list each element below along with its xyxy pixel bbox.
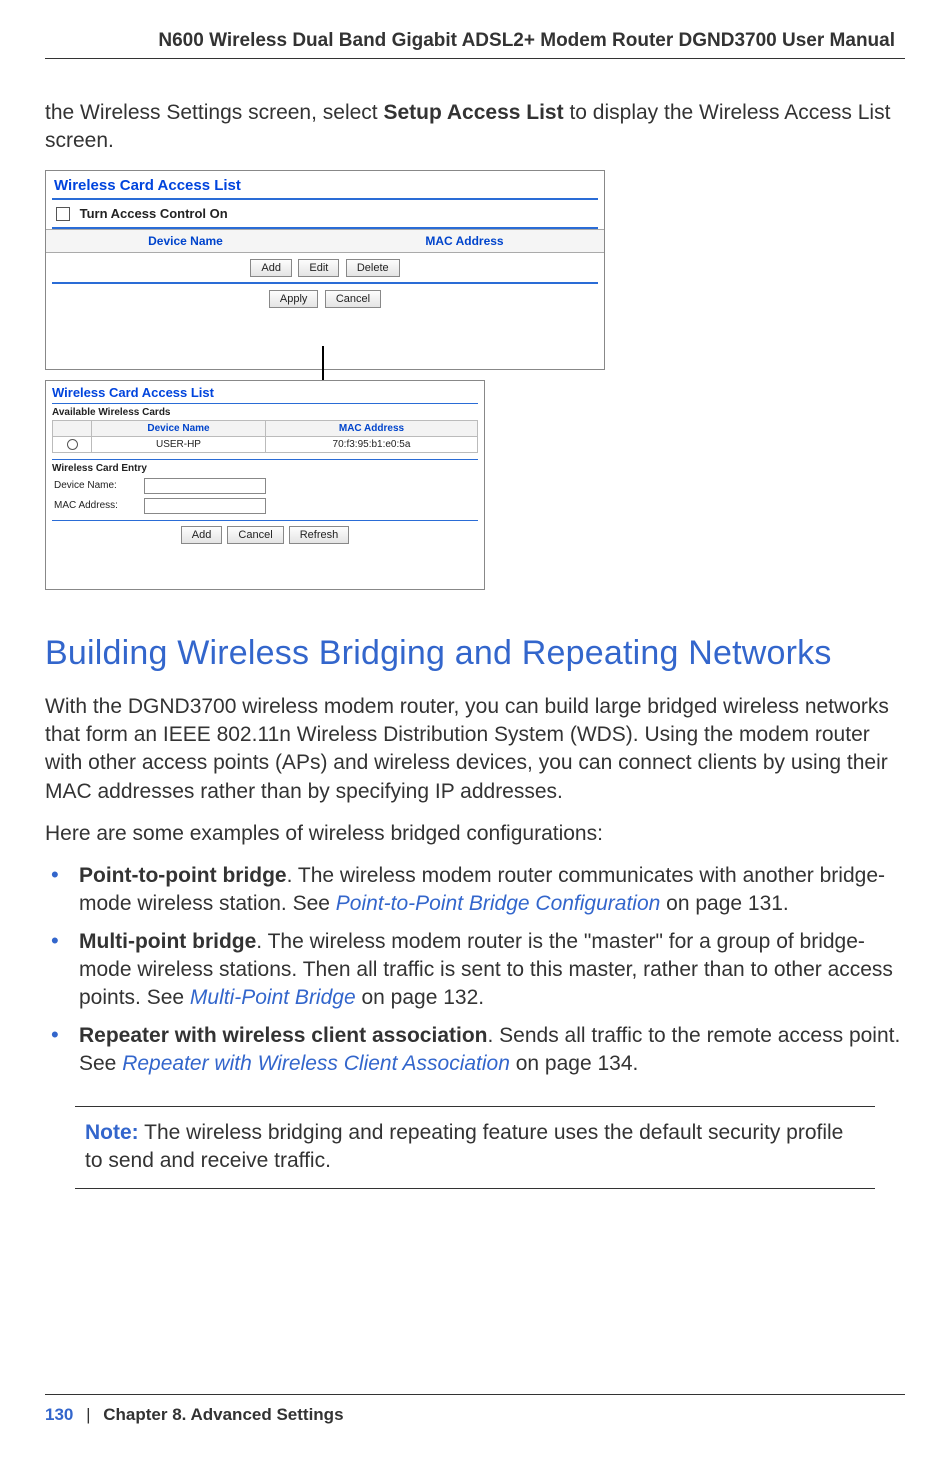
row-radio[interactable] bbox=[67, 439, 78, 450]
panel1-form-buttons: Apply Cancel bbox=[46, 284, 604, 313]
page-number: 130 bbox=[45, 1405, 73, 1424]
access-control-row: Turn Access Control On bbox=[46, 200, 604, 228]
access-list-detail-panel: Wireless Card Access List Available Wire… bbox=[45, 380, 485, 590]
delete-button[interactable]: Delete bbox=[346, 259, 400, 277]
col-device-name: Device Name bbox=[92, 420, 266, 436]
bullet-bold: Repeater with wireless client associatio… bbox=[79, 1024, 488, 1047]
panel2-title: Wireless Card Access List bbox=[46, 381, 484, 403]
mac-address-field[interactable] bbox=[144, 498, 266, 514]
edit-button[interactable]: Edit bbox=[298, 259, 339, 277]
access-control-label: Turn Access Control On bbox=[80, 206, 228, 221]
note-box: Note: The wireless bridging and repeatin… bbox=[75, 1106, 875, 1189]
panel1-table-header: Device Name MAC Address bbox=[46, 229, 604, 253]
available-cards-label: Available Wireless Cards bbox=[46, 404, 484, 420]
device-name-label: Device Name: bbox=[54, 480, 144, 491]
row-device-name: USER-HP bbox=[92, 436, 266, 452]
intro-pre: the Wireless Settings screen, select bbox=[45, 101, 383, 124]
footer-rule bbox=[45, 1394, 905, 1395]
panel1-row-buttons: Add Edit Delete bbox=[46, 253, 604, 282]
available-cards-table: Device Name MAC Address USER-HP 70:f3:95… bbox=[52, 420, 478, 453]
paragraph-1: With the DGND3700 wireless modem router,… bbox=[45, 693, 905, 806]
access-list-panel: Wireless Card Access List Turn Access Co… bbox=[45, 170, 605, 370]
panel1-title: Wireless Card Access List bbox=[46, 171, 604, 198]
list-item: Repeater with wireless client associatio… bbox=[45, 1022, 905, 1078]
apply-button[interactable]: Apply bbox=[269, 290, 319, 308]
col-mac-address: MAC Address bbox=[265, 420, 477, 436]
access-control-checkbox[interactable] bbox=[56, 207, 70, 221]
bullet-list: Point-to-point bridge. The wireless mode… bbox=[45, 862, 905, 1077]
table-row: USER-HP 70:f3:95:b1:e0:5a bbox=[53, 436, 478, 452]
link-ptp-bridge[interactable]: Point-to-Point Bridge Configuration bbox=[336, 892, 661, 915]
bullet-bold: Point-to-point bridge bbox=[79, 864, 287, 887]
mac-address-label: MAC Address: bbox=[54, 500, 144, 511]
refresh-button[interactable]: Refresh bbox=[289, 526, 350, 544]
bullet-text-tail: on page 132. bbox=[356, 986, 484, 1009]
row-mac-address: 70:f3:95:b1:e0:5a bbox=[265, 436, 477, 452]
link-repeater[interactable]: Repeater with Wireless Client Associatio… bbox=[122, 1052, 510, 1075]
mac-address-row: MAC Address: bbox=[46, 496, 484, 516]
add-button[interactable]: Add bbox=[250, 259, 292, 277]
paragraph-2: Here are some examples of wireless bridg… bbox=[45, 820, 905, 848]
note-text: The wireless bridging and repeating feat… bbox=[85, 1121, 843, 1172]
device-name-field[interactable] bbox=[144, 478, 266, 494]
panel2-buttons: Add Cancel Refresh bbox=[46, 521, 484, 549]
note-label: Note: bbox=[85, 1121, 139, 1144]
header-rule bbox=[45, 58, 905, 59]
list-item: Multi-point bridge. The wireless modem r… bbox=[45, 928, 905, 1012]
col-device-name: Device Name bbox=[46, 229, 325, 253]
page-footer: 130 | Chapter 8. Advanced Settings bbox=[45, 1394, 905, 1425]
list-item: Point-to-point bridge. The wireless mode… bbox=[45, 862, 905, 918]
chapter-label: Chapter 8. Advanced Settings bbox=[103, 1405, 343, 1424]
device-name-row: Device Name: bbox=[46, 476, 484, 496]
link-mp-bridge[interactable]: Multi-Point Bridge bbox=[190, 986, 356, 1009]
bullet-bold: Multi-point bridge bbox=[79, 930, 256, 953]
manual-title: N600 Wireless Dual Band Gigabit ADSL2+ M… bbox=[45, 30, 905, 52]
intro-paragraph: the Wireless Settings screen, select Set… bbox=[45, 99, 905, 156]
cancel-button[interactable]: Cancel bbox=[325, 290, 381, 308]
card-entry-label: Wireless Card Entry bbox=[46, 460, 484, 476]
footer-separator: | bbox=[86, 1405, 90, 1424]
add-button[interactable]: Add bbox=[181, 526, 223, 544]
col-mac-address: MAC Address bbox=[325, 229, 604, 253]
bullet-text-tail: on page 131. bbox=[660, 892, 788, 915]
intro-bold: Setup Access List bbox=[383, 101, 563, 124]
bullet-text-tail: on page 134. bbox=[510, 1052, 638, 1075]
cancel-button[interactable]: Cancel bbox=[227, 526, 283, 544]
section-heading: Building Wireless Bridging and Repeating… bbox=[45, 634, 905, 673]
screenshot-group: Wireless Card Access List Turn Access Co… bbox=[45, 170, 661, 610]
